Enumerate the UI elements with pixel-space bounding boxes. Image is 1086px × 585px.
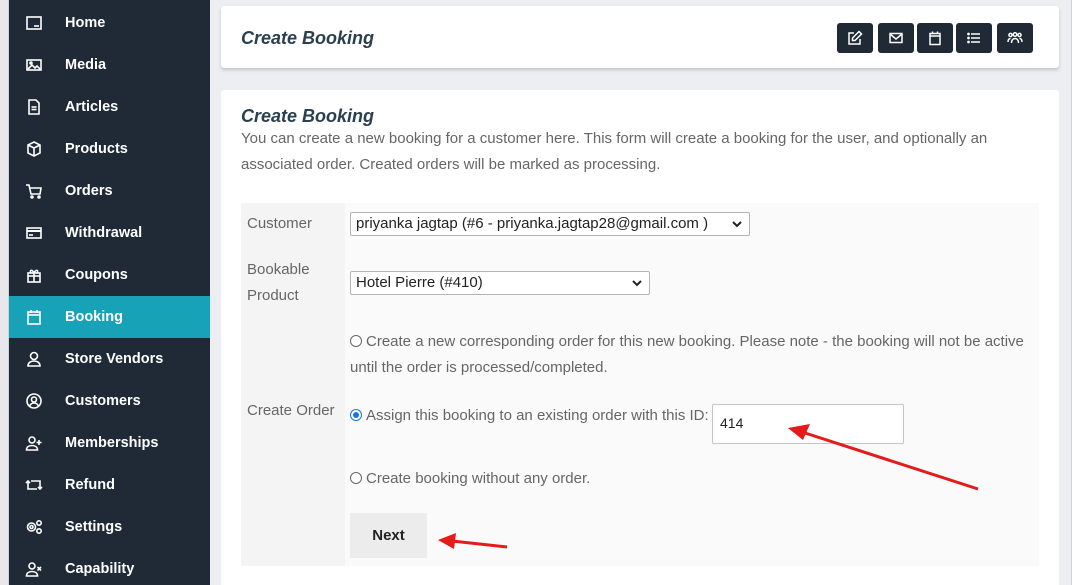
sidebar-item-label: Withdrawal [65,225,143,241]
order-id-input[interactable]: 414 [712,404,904,444]
chevron-down-icon [732,221,742,228]
customer-label: Customer [247,215,313,232]
sidebar-item-capability[interactable]: Capability [9,548,210,585]
sidebar-item-label: Customers [65,393,141,409]
list-button[interactable] [956,23,992,53]
sidebar-item-label: Products [65,141,128,157]
pencil-square-icon [848,30,863,45]
customer-select[interactable]: priyanka jagtap (#6 - priyanka.jagtap28@… [350,212,750,236]
sidebar-item-memberships[interactable]: Memberships [9,422,210,464]
document-icon [24,97,44,117]
chevron-down-icon [632,280,642,287]
sidebar-item-label: Capability [65,561,135,577]
list-icon [967,32,980,44]
sidebar-item-withdrawal[interactable]: Withdrawal [9,212,210,254]
sidebar-item-label: Articles [65,99,119,115]
left-edge [0,0,9,585]
create-order-label: Create Order [247,402,335,419]
calendar-icon [24,307,44,327]
radio-button[interactable] [350,472,362,484]
sidebar-item-media[interactable]: Media [9,44,210,86]
edit-button[interactable] [837,23,873,53]
bookable-product-select[interactable]: Hotel Pierre (#410) [350,271,650,295]
customer-select-value: priyanka jagtap (#6 - priyanka.jagtap28@… [356,215,709,232]
sidebar-item-label: Home [65,15,106,31]
radio-label: Create a new corresponding order for thi… [350,333,1024,376]
next-button[interactable]: Next [350,513,427,558]
radio-no-order[interactable]: Create booking without any order. [350,466,590,492]
envelope-icon [889,32,903,44]
scrollbar-track[interactable] [1071,0,1086,585]
sidebar-item-store-vendors[interactable]: Store Vendors [9,338,210,380]
sidebar-item-label: Memberships [65,435,159,451]
section-title: Create Booking [241,106,375,126]
radio-button[interactable] [350,335,362,347]
sidebar: Home Media Articles Products Orders With… [9,0,210,585]
user-x-icon [24,559,44,579]
sidebar-item-label: Settings [65,519,123,535]
section-description: You can create a new booking for a custo… [241,130,988,173]
sidebar-item-label: Orders [65,183,113,199]
page-title: Create Booking [241,28,375,48]
refund-icon [24,475,44,495]
home-icon [24,13,44,33]
user-icon [24,349,44,369]
sidebar-item-refund[interactable]: Refund [9,464,210,506]
calendar-button[interactable] [917,23,953,53]
sidebar-item-orders[interactable]: Orders [9,170,210,212]
credit-card-icon [24,223,44,243]
product-select-value: Hotel Pierre (#410) [356,274,483,291]
sidebar-item-articles[interactable]: Articles [9,86,210,128]
bookable-product-label: Bookable Product [247,261,310,304]
create-booking-card: Create Booking You can create a new book… [221,90,1059,585]
cart-icon [24,181,44,201]
users-icon [1007,31,1023,44]
sidebar-item-label: Media [65,57,107,73]
gears-icon [24,517,44,537]
page-header-card: Create Booking [221,6,1059,68]
image-icon [24,55,44,75]
user-plus-icon [24,433,44,453]
gift-icon [24,265,44,285]
sidebar-item-label: Coupons [65,267,128,283]
booking-form: Customer priyanka jagtap (#6 - priyanka.… [241,203,1039,566]
sidebar-item-label: Booking [65,309,123,325]
sidebar-item-label: Refund [65,477,115,493]
sidebar-item-label: Store Vendors [65,351,164,367]
users-button[interactable] [997,23,1033,53]
user-circle-icon [24,391,44,411]
mail-button[interactable] [878,23,914,53]
sidebar-item-home[interactable]: Home [9,2,210,44]
radio-label: Create booking without any order. [366,470,591,487]
sidebar-item-products[interactable]: Products [9,128,210,170]
sidebar-item-booking[interactable]: Booking [9,296,210,338]
radio-new-order[interactable]: Create a new corresponding order for thi… [350,329,1030,381]
sidebar-item-settings[interactable]: Settings [9,506,210,548]
calendar-icon [929,31,941,46]
radio-label: Assign this booking to an existing order… [366,407,709,424]
sidebar-item-customers[interactable]: Customers [9,380,210,422]
box-icon [24,139,44,159]
radio-existing-order[interactable]: Assign this booking to an existing order… [350,403,709,429]
radio-button[interactable] [350,409,362,421]
sidebar-item-coupons[interactable]: Coupons [9,254,210,296]
